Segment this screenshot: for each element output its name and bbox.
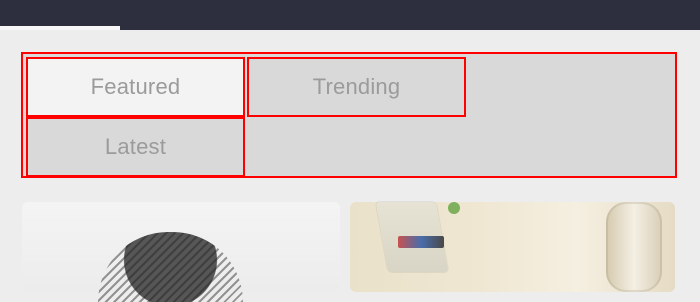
topbar-active-indicator [0, 26, 120, 30]
tab-strip: Featured Trending Latest [21, 52, 677, 178]
tab-latest[interactable]: Latest [26, 117, 245, 177]
card-image-green-accent [448, 202, 460, 214]
card-image-plane-window [606, 202, 662, 292]
tab-label: Latest [104, 134, 167, 159]
tab-label: Trending [312, 74, 401, 99]
tab-trending[interactable]: Trending [247, 57, 466, 117]
tab-featured[interactable]: Featured [26, 57, 245, 117]
tab-label: Featured [90, 74, 181, 99]
card-image-pocket-items [398, 236, 444, 248]
